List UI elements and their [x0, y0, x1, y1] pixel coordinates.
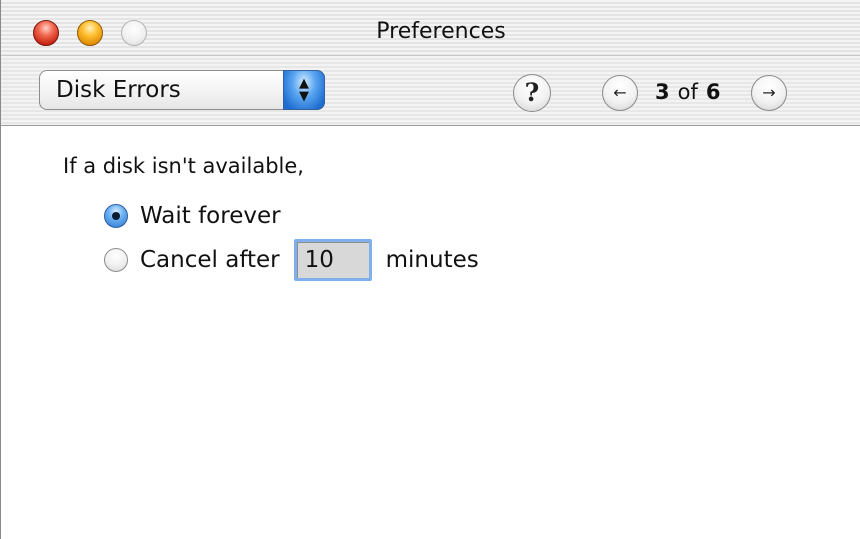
wait-forever-option[interactable]: Wait forever [104, 200, 281, 232]
timeout-minutes-field[interactable]: 10 [293, 239, 372, 281]
previous-page-button[interactable]: ← [602, 75, 638, 111]
section-popup-label: Disk Errors [56, 77, 181, 103]
up-down-arrows-icon: ▲ ▼ [283, 70, 325, 110]
current-page-number: 3 [655, 80, 670, 104]
left-arrow-icon: ← [613, 83, 627, 102]
disk-unavailable-prompt: If a disk isn't available, [63, 154, 304, 178]
window-title: Preferences [376, 19, 506, 44]
help-button[interactable]: ? [513, 74, 551, 112]
wait-forever-label: Wait forever [140, 203, 281, 229]
question-mark-icon: ? [524, 78, 540, 107]
preferences-window: Preferences Disk Errors ▲ ▼ ? ← 3 of 6 → If… [0, 0, 860, 539]
title-bar[interactable]: Preferences [1, 0, 860, 56]
page-of-label: of [677, 80, 698, 104]
toolbar: Disk Errors ▲ ▼ ? ← 3 of 6 → [1, 56, 860, 126]
cancel-after-label: Cancel after [140, 247, 280, 273]
right-arrow-icon: → [762, 83, 776, 102]
wait-forever-radio[interactable] [104, 204, 128, 228]
minutes-unit-label: minutes [385, 247, 479, 273]
cancel-after-radio[interactable] [104, 248, 128, 272]
page-indicator: 3 of 6 [655, 77, 721, 107]
next-page-button[interactable]: → [751, 75, 787, 111]
section-popup-button[interactable]: Disk Errors ▲ ▼ [39, 70, 325, 110]
cancel-after-option[interactable]: Cancel after 10 minutes [104, 239, 479, 281]
total-page-count: 6 [705, 80, 721, 104]
